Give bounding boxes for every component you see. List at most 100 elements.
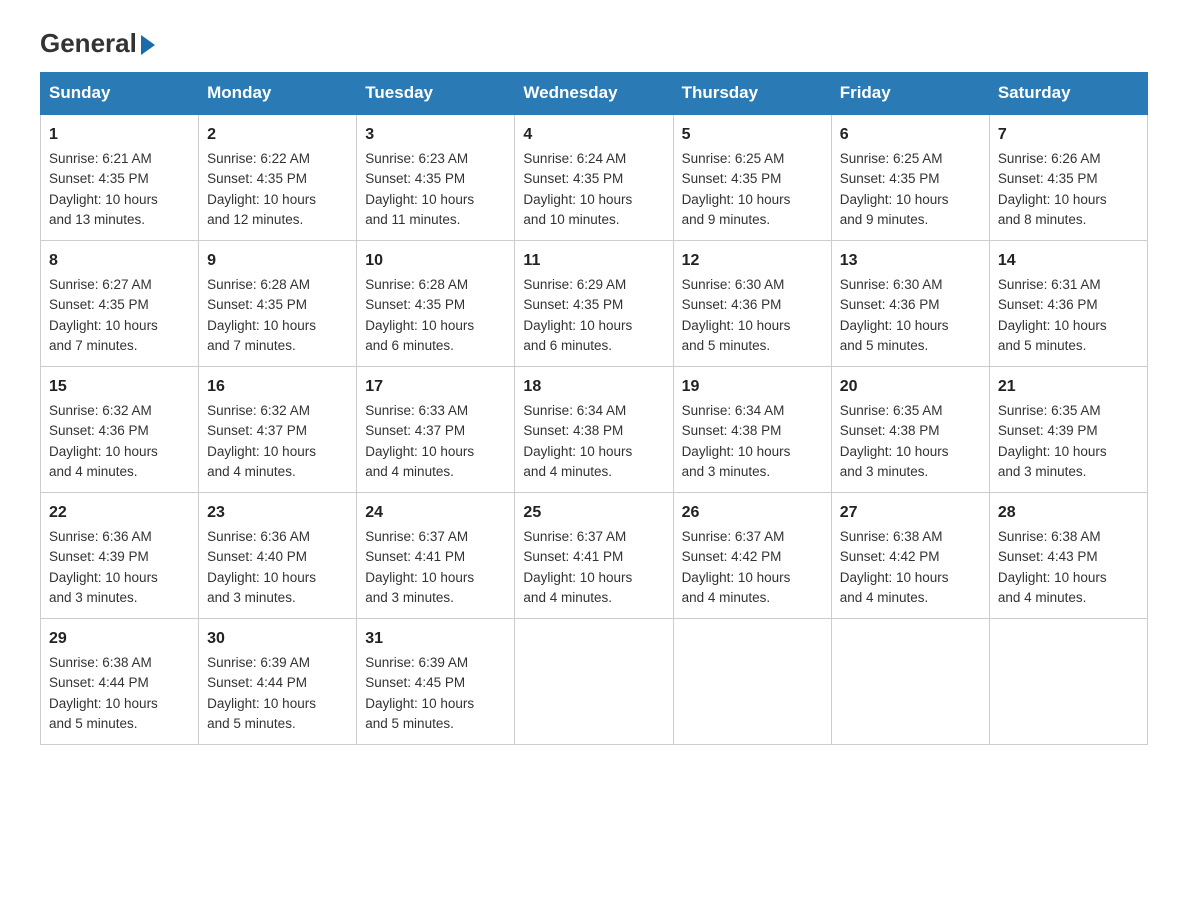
- sunset-label: Sunset: 4:38 PM: [682, 423, 782, 438]
- sunset-label: Sunset: 4:35 PM: [207, 297, 307, 312]
- calendar-cell: [515, 619, 673, 745]
- sunset-label: Sunset: 4:35 PM: [49, 297, 149, 312]
- day-number: 22: [49, 501, 190, 525]
- sunset-label: Sunset: 4:38 PM: [840, 423, 940, 438]
- sunset-label: Sunset: 4:39 PM: [49, 549, 149, 564]
- calendar-cell: 8Sunrise: 6:27 AMSunset: 4:35 PMDaylight…: [41, 241, 199, 367]
- sunset-label: Sunset: 4:35 PM: [840, 171, 940, 186]
- sunset-label: Sunset: 4:42 PM: [682, 549, 782, 564]
- logo-top: General: [40, 30, 155, 56]
- day-number: 12: [682, 249, 823, 273]
- calendar-cell: 19Sunrise: 6:34 AMSunset: 4:38 PMDayligh…: [673, 367, 831, 493]
- daylight-minutes: and 3 minutes.: [840, 464, 929, 479]
- daylight-minutes: and 3 minutes.: [365, 590, 454, 605]
- calendar-cell: 15Sunrise: 6:32 AMSunset: 4:36 PMDayligh…: [41, 367, 199, 493]
- daylight-minutes: and 4 minutes.: [49, 464, 138, 479]
- daylight-minutes: and 5 minutes.: [840, 338, 929, 353]
- daylight-minutes: and 4 minutes.: [523, 464, 612, 479]
- daylight-minutes: and 3 minutes.: [998, 464, 1087, 479]
- calendar-cell: 25Sunrise: 6:37 AMSunset: 4:41 PMDayligh…: [515, 493, 673, 619]
- daylight-label: Daylight: 10 hours: [682, 444, 791, 459]
- calendar-cell: 3Sunrise: 6:23 AMSunset: 4:35 PMDaylight…: [357, 114, 515, 241]
- sunset-label: Sunset: 4:44 PM: [49, 675, 149, 690]
- day-number: 7: [998, 123, 1139, 147]
- sunset-label: Sunset: 4:35 PM: [998, 171, 1098, 186]
- header-cell-saturday: Saturday: [989, 73, 1147, 115]
- calendar-cell: 21Sunrise: 6:35 AMSunset: 4:39 PMDayligh…: [989, 367, 1147, 493]
- calendar-cell: [989, 619, 1147, 745]
- daylight-minutes: and 12 minutes.: [207, 212, 303, 227]
- week-row-1: 1Sunrise: 6:21 AMSunset: 4:35 PMDaylight…: [41, 114, 1148, 241]
- logo-arrow-icon: [141, 35, 155, 55]
- daylight-label: Daylight: 10 hours: [207, 444, 316, 459]
- calendar-cell: 5Sunrise: 6:25 AMSunset: 4:35 PMDaylight…: [673, 114, 831, 241]
- calendar-cell: 14Sunrise: 6:31 AMSunset: 4:36 PMDayligh…: [989, 241, 1147, 367]
- daylight-label: Daylight: 10 hours: [840, 444, 949, 459]
- sunrise-label: Sunrise: 6:33 AM: [365, 403, 468, 418]
- daylight-minutes: and 8 minutes.: [998, 212, 1087, 227]
- daylight-label: Daylight: 10 hours: [365, 444, 474, 459]
- sunrise-label: Sunrise: 6:30 AM: [840, 277, 943, 292]
- day-number: 31: [365, 627, 506, 651]
- day-number: 3: [365, 123, 506, 147]
- day-number: 28: [998, 501, 1139, 525]
- sunrise-label: Sunrise: 6:25 AM: [840, 151, 943, 166]
- logo-general: General: [40, 28, 137, 58]
- calendar-table: SundayMondayTuesdayWednesdayThursdayFrid…: [40, 72, 1148, 745]
- daylight-minutes: and 5 minutes.: [207, 716, 296, 731]
- day-number: 11: [523, 249, 664, 273]
- header-cell-monday: Monday: [199, 73, 357, 115]
- sunrise-label: Sunrise: 6:36 AM: [49, 529, 152, 544]
- daylight-label: Daylight: 10 hours: [523, 570, 632, 585]
- daylight-minutes: and 5 minutes.: [365, 716, 454, 731]
- sunrise-label: Sunrise: 6:28 AM: [365, 277, 468, 292]
- day-number: 13: [840, 249, 981, 273]
- sunrise-label: Sunrise: 6:32 AM: [207, 403, 310, 418]
- page-header: General: [40, 30, 1148, 52]
- day-number: 16: [207, 375, 348, 399]
- day-number: 17: [365, 375, 506, 399]
- calendar-cell: 2Sunrise: 6:22 AMSunset: 4:35 PMDaylight…: [199, 114, 357, 241]
- sunrise-label: Sunrise: 6:37 AM: [523, 529, 626, 544]
- calendar-cell: [673, 619, 831, 745]
- daylight-minutes: and 3 minutes.: [49, 590, 138, 605]
- daylight-label: Daylight: 10 hours: [840, 192, 949, 207]
- day-number: 21: [998, 375, 1139, 399]
- sunrise-label: Sunrise: 6:34 AM: [523, 403, 626, 418]
- calendar-cell: 31Sunrise: 6:39 AMSunset: 4:45 PMDayligh…: [357, 619, 515, 745]
- sunset-label: Sunset: 4:43 PM: [998, 549, 1098, 564]
- calendar-cell: 23Sunrise: 6:36 AMSunset: 4:40 PMDayligh…: [199, 493, 357, 619]
- week-row-3: 15 Sunrise: 6:32 AM Sunset: 4:36 PM Dayligh…: [41, 367, 1148, 493]
- day-number: 15: [49, 375, 190, 399]
- daylight-minutes: and 7 minutes.: [49, 338, 138, 353]
- day-number: 20: [840, 375, 981, 399]
- calendar-cell: 11Sunrise: 6:29 AMSunset: 4:35 PMDayligh…: [515, 241, 673, 367]
- sunset-label: Sunset: 4:35 PM: [682, 171, 782, 186]
- sunrise-label: Sunrise: 6:21 AM: [49, 151, 152, 166]
- calendar-cell: 28Sunrise: 6:38 AMSunset: 4:43 PMDayligh…: [989, 493, 1147, 619]
- sunset-label: Sunset: 4:36 PM: [49, 423, 149, 438]
- daylight-minutes: and 4 minutes.: [840, 590, 929, 605]
- sunrise-label: Sunrise: 6:32 AM: [49, 403, 152, 418]
- sunrise-label: Sunrise: 6:29 AM: [523, 277, 626, 292]
- calendar-cell: 1Sunrise: 6:21 AMSunset: 4:35 PMDaylight…: [41, 114, 199, 241]
- week-row-5: 29Sunrise: 6:38 AMSunset: 4:44 PMDayligh…: [41, 619, 1148, 745]
- sunset-label: Sunset: 4:36 PM: [998, 297, 1098, 312]
- calendar-cell: 7Sunrise: 6:26 AMSunset: 4:35 PMDaylight…: [989, 114, 1147, 241]
- header-row: SundayMondayTuesdayWednesdayThursdayFrid…: [41, 73, 1148, 115]
- daylight-label: Daylight: 10 hours: [998, 192, 1107, 207]
- day-number: 2: [207, 123, 348, 147]
- daylight-minutes: and 5 minutes.: [682, 338, 771, 353]
- daylight-label: Daylight: 10 hours: [840, 318, 949, 333]
- calendar-cell: 24Sunrise: 6:37 AMSunset: 4:41 PMDayligh…: [357, 493, 515, 619]
- sunset-label: Sunset: 4:38 PM: [523, 423, 623, 438]
- daylight-label: Daylight: 10 hours: [682, 318, 791, 333]
- day-number: 8: [49, 249, 190, 273]
- daylight-minutes: and 4 minutes.: [365, 464, 454, 479]
- sunrise-label: Sunrise: 6:39 AM: [365, 655, 468, 670]
- daylight-minutes: and 13 minutes.: [49, 212, 145, 227]
- sunset-label: Sunset: 4:36 PM: [682, 297, 782, 312]
- sunset-label: Sunset: 4:35 PM: [523, 171, 623, 186]
- sunrise-label: Sunrise: 6:28 AM: [207, 277, 310, 292]
- day-number: 19: [682, 375, 823, 399]
